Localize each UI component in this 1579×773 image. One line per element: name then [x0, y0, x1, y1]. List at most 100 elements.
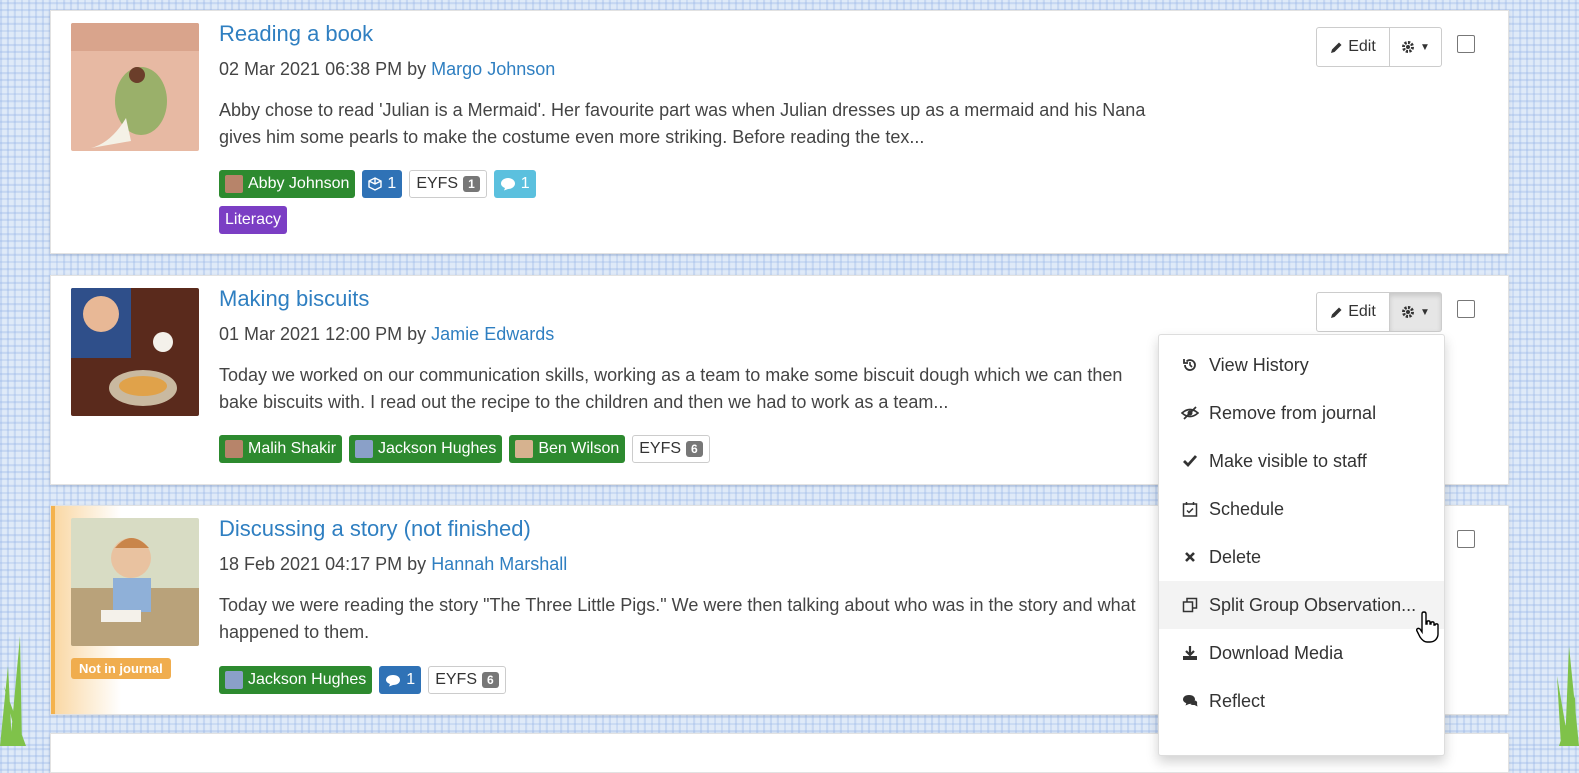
observation-title[interactable]: Reading a book [219, 21, 373, 47]
avatar [225, 440, 243, 458]
author-link[interactable]: Jamie Edwards [431, 324, 554, 344]
comments-icon [386, 675, 401, 687]
times-icon [1181, 548, 1199, 566]
eyfs-count: 6 [686, 441, 703, 457]
eyfs-tag[interactable]: EYFS 6 [632, 435, 710, 463]
select-checkbox[interactable] [1457, 35, 1475, 53]
child-tag[interactable]: Jackson Hughes [219, 666, 373, 694]
observation-meta: 02 Mar 2021 06:38 PM by Margo Johnson [219, 59, 555, 80]
child-name: Ben Wilson [538, 440, 620, 457]
observation-thumbnail[interactable] [71, 288, 199, 416]
reflect-count: 1 [406, 671, 416, 688]
observation-card: Reading a book 02 Mar 2021 06:38 PM by M… [50, 10, 1509, 254]
menu-item-schedule[interactable]: Schedule [1159, 485, 1444, 533]
media-count: 1 [387, 175, 397, 192]
observation-description: Today we were reading the story "The Thr… [219, 595, 1136, 642]
eye-slash-icon [1181, 404, 1199, 422]
select-checkbox[interactable] [1457, 300, 1475, 318]
media-count-tag[interactable]: 1 [362, 170, 403, 198]
menu-item-label: Split Group Observation... [1209, 594, 1417, 615]
child-name: Jackson Hughes [248, 671, 367, 688]
edit-button[interactable]: Edit [1316, 27, 1390, 67]
observation-date: 01 Mar 2021 12:00 PM [219, 324, 403, 344]
tag-row: Malih Shakir Jackson Hughes Ben Wilson E… [219, 435, 710, 463]
observation-date: 18 Feb 2021 04:17 PM [219, 554, 403, 574]
edit-label: Edit [1348, 38, 1376, 55]
not-in-journal-badge: Not in journal [71, 658, 171, 679]
avatar [515, 440, 534, 458]
settings-dropdown-menu: View History Remove from journal Make vi… [1158, 334, 1445, 756]
tag-row: Jackson Hughes 1 EYFS 6 [219, 666, 506, 694]
observation-meta: 18 Feb 2021 04:17 PM by Hannah Marshall [219, 554, 567, 575]
by-label: by [407, 324, 427, 344]
observation-description: Abby chose to read 'Julian is a Mermaid'… [219, 100, 1146, 147]
observation-thumbnail[interactable] [71, 23, 199, 151]
grass-decoration-left [0, 636, 26, 746]
menu-item-label: Reflect [1209, 690, 1266, 711]
menu-item-split-group-observation[interactable]: Split Group Observation... [1159, 581, 1444, 629]
download-icon [1181, 644, 1199, 662]
select-checkbox[interactable] [1457, 530, 1475, 548]
subject-tag[interactable]: Literacy [219, 206, 288, 234]
clone-icon [1181, 596, 1199, 614]
grass-decoration-right [1557, 646, 1579, 746]
settings-dropdown-button[interactable]: ▼ [1390, 27, 1442, 67]
author-link[interactable]: Margo Johnson [431, 59, 555, 79]
by-label: by [407, 59, 427, 79]
observation-date: 02 Mar 2021 06:38 PM [219, 59, 403, 79]
comment-count: 1 [520, 175, 530, 192]
menu-item-label: Schedule [1209, 498, 1285, 519]
menu-item-label: Delete [1209, 546, 1262, 567]
eyfs-label: EYFS [639, 440, 682, 457]
avatar [225, 671, 243, 689]
subject-tag-row: Literacy [219, 206, 288, 234]
calendar-check-icon [1181, 500, 1199, 518]
menu-item-make-visible-to-staff[interactable]: Make visible to staff [1159, 437, 1444, 485]
observation-title[interactable]: Discussing a story (not finished) [219, 516, 531, 542]
menu-item-label: Remove from journal [1209, 402, 1377, 423]
observation-title[interactable]: Making biscuits [219, 286, 369, 312]
observation-thumbnail[interactable] [71, 518, 199, 646]
edit-label: Edit [1348, 303, 1376, 320]
comment-count-tag[interactable]: 1 [493, 170, 536, 198]
edit-button[interactable]: Edit [1316, 292, 1390, 332]
eyfs-count: 6 [482, 672, 499, 688]
comment-icon [500, 178, 515, 191]
gear-icon [1402, 306, 1415, 318]
child-name: Malih Shakir [248, 440, 337, 457]
action-button-group: Edit ▼ [1316, 292, 1442, 332]
avatar [225, 175, 243, 193]
hand-pointer-cursor [1416, 611, 1439, 643]
menu-item-remove-from-journal[interactable]: Remove from journal [1159, 389, 1444, 437]
gear-icon [1402, 41, 1415, 53]
settings-dropdown-button[interactable]: ▼ [1390, 292, 1442, 332]
caret-down-icon: ▼ [1420, 306, 1430, 318]
observation-description: Today we worked on our communication ski… [219, 365, 1123, 412]
reflect-count-tag[interactable]: 1 [379, 666, 422, 694]
child-tag[interactable]: Jackson Hughes [349, 435, 503, 463]
child-tag[interactable]: Abby Johnson [219, 170, 356, 198]
caret-down-icon: ▼ [1420, 41, 1430, 53]
author-link[interactable]: Hannah Marshall [431, 554, 567, 574]
child-name: Abby Johnson [248, 175, 350, 192]
eyfs-tag[interactable]: EYFS 6 [428, 666, 506, 694]
by-label: by [407, 554, 427, 574]
cube-icon [368, 177, 383, 191]
pencil-icon [1331, 307, 1342, 318]
child-tag[interactable]: Malih Shakir [219, 435, 343, 463]
eyfs-label: EYFS [416, 175, 459, 192]
eyfs-tag[interactable]: EYFS 1 [409, 170, 487, 198]
menu-item-delete[interactable]: Delete [1159, 533, 1444, 581]
action-button-group: Edit ▼ [1316, 27, 1442, 67]
menu-item-label: Download Media [1209, 642, 1344, 663]
child-tag[interactable]: Ben Wilson [509, 435, 626, 463]
menu-item-reflect[interactable]: Reflect [1159, 677, 1444, 725]
menu-item-label: View History [1209, 354, 1309, 375]
pencil-icon [1331, 42, 1342, 53]
child-name: Jackson Hughes [378, 440, 497, 457]
eyfs-label: EYFS [435, 671, 477, 688]
eyfs-count: 1 [463, 176, 480, 192]
avatar [355, 440, 374, 458]
menu-item-download-media[interactable]: Download Media [1159, 629, 1444, 677]
menu-item-view-history[interactable]: View History [1159, 341, 1444, 389]
